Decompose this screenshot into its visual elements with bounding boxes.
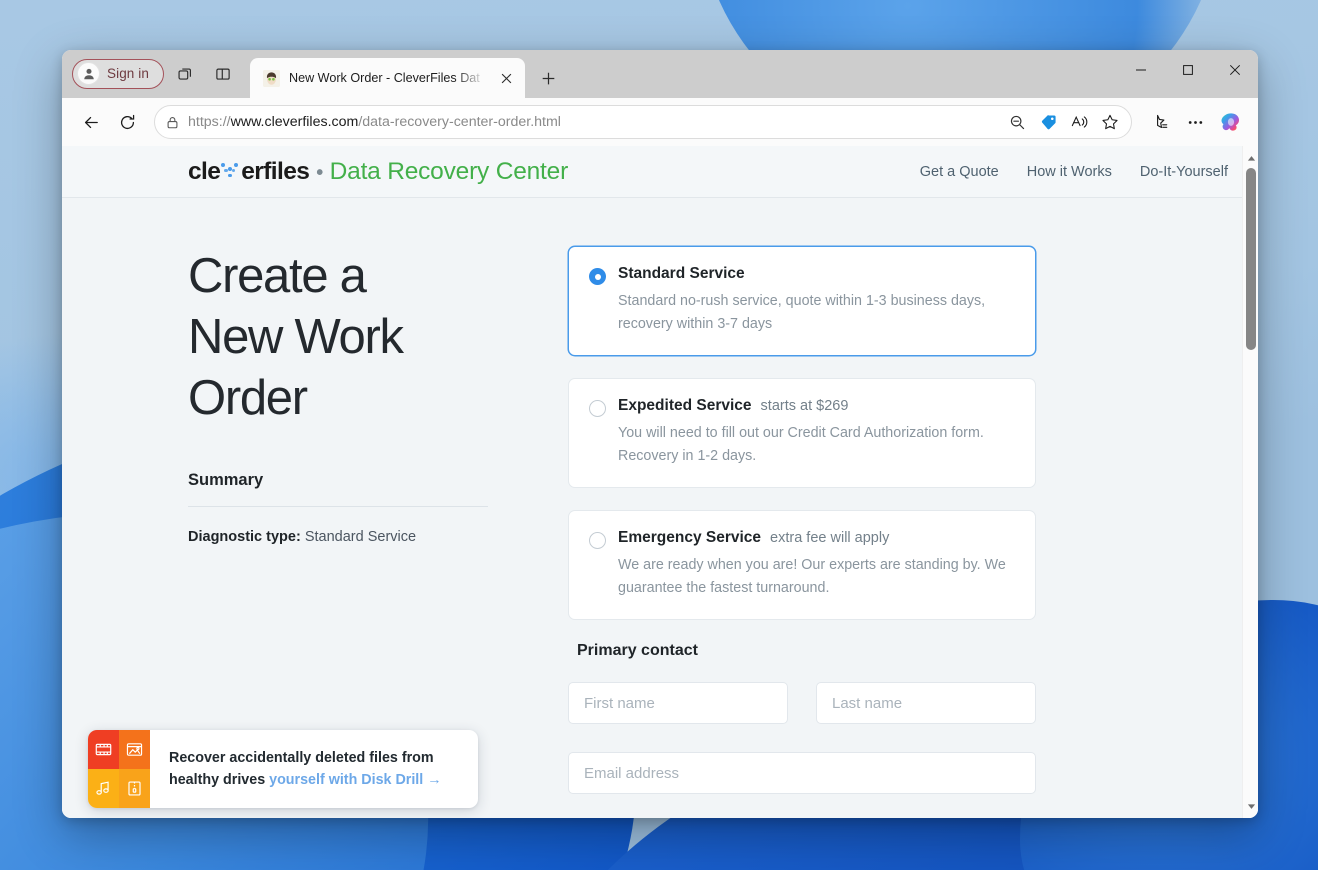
radio-emergency-service[interactable] — [589, 532, 606, 549]
back-icon[interactable] — [74, 105, 108, 139]
summary-label: Diagnostic type: — [188, 529, 301, 545]
tab-strip: Sign in New Work Order - CleverFiles Dat — [62, 50, 1258, 98]
service-desc-standard: Standard no-rush service, quote within 1… — [618, 293, 986, 332]
service-note-expedited: starts at $269 — [760, 398, 849, 414]
page-content: Create a New Work Order Summary Diagnost… — [62, 198, 1258, 818]
image-icon — [119, 730, 150, 769]
music-icon — [88, 769, 119, 808]
service-desc-emergency: We are ready when you are! Our experts a… — [618, 557, 1006, 596]
tab-actions-icon[interactable] — [206, 58, 240, 90]
page-title-line3: Order — [188, 371, 308, 425]
address-bar[interactable]: https://www.cleverfiles.com/data-recover… — [154, 105, 1132, 139]
read-aloud-icon[interactable] — [1064, 108, 1094, 136]
page-title-line2: New Work — [188, 310, 404, 364]
logo-subtitle: Data Recovery Center — [329, 157, 569, 185]
service-option-standard[interactable]: Standard Service Standard no-rush servic… — [568, 246, 1036, 356]
promo-text: Recover accidentally deleted files from … — [150, 730, 478, 808]
maximize-button[interactable] — [1164, 50, 1211, 90]
address-bar-url: https://www.cleverfiles.com/data-recover… — [188, 114, 561, 130]
site-header: cle erfiles • Data Recovery Center Get a… — [62, 146, 1258, 198]
service-note-emergency: extra fee will apply — [770, 530, 890, 546]
nav-item-how-it-works[interactable]: How it Works — [1027, 164, 1112, 180]
email-field-row: Email address — [568, 752, 1036, 794]
archive-icon — [119, 769, 150, 808]
browser-tab[interactable]: New Work Order - CleverFiles Dat — [249, 58, 525, 98]
service-option-expedited[interactable]: Expedited Service starts at $269 You wil… — [568, 378, 1036, 488]
radio-expedited-service[interactable] — [589, 400, 606, 417]
service-name-standard: Standard Service — [618, 265, 745, 282]
film-icon — [88, 730, 119, 769]
sign-in-button[interactable]: Sign in — [72, 58, 164, 89]
summary-row-diagnostic-type: Diagnostic type: Standard Service — [188, 529, 488, 545]
summary-heading: Summary — [188, 471, 264, 489]
disk-drill-promo-banner[interactable]: Recover accidentally deleted files from … — [88, 730, 478, 808]
email-input[interactable]: Email address — [568, 752, 1036, 794]
refresh-icon[interactable] — [110, 105, 144, 139]
primary-contact-heading: Primary contact — [577, 642, 698, 659]
shopping-tag-icon[interactable] — [1033, 108, 1063, 136]
first-name-input[interactable]: First name — [568, 682, 788, 724]
workspaces-icon[interactable] — [168, 58, 202, 90]
person-favicon — [262, 69, 280, 87]
window-controls — [1117, 50, 1258, 90]
page-viewport: cle erfiles • Data Recovery Center Get a… — [62, 146, 1258, 818]
close-button[interactable] — [1211, 50, 1258, 90]
copilot-icon[interactable] — [1214, 105, 1248, 139]
summary-divider — [188, 506, 488, 507]
summary-value: Standard Service — [304, 529, 417, 545]
page-title: Create a New Work Order — [188, 246, 488, 429]
scroll-up-arrow-icon[interactable] — [1243, 150, 1258, 166]
sign-in-label: Sign in — [107, 66, 149, 81]
service-name-expedited: Expedited Service — [618, 397, 752, 414]
nav-item-do-it-yourself[interactable]: Do-It-Yourself — [1140, 164, 1228, 180]
promo-icon-grid — [88, 730, 150, 808]
service-option-emergency[interactable]: Emergency Service extra fee will apply W… — [568, 510, 1036, 620]
site-nav: Get a Quote How it Works Do-It-Yourself — [920, 164, 1228, 180]
settings-more-icon[interactable] — [1178, 105, 1212, 139]
page-title-line1: Create a — [188, 249, 367, 303]
scroll-down-arrow-icon[interactable] — [1243, 798, 1258, 814]
lock-icon — [165, 115, 180, 130]
new-tab-button[interactable] — [533, 62, 565, 94]
favorite-star-icon[interactable] — [1095, 108, 1125, 136]
promo-link[interactable]: yourself with Disk Drill → — [269, 772, 441, 788]
service-desc-expedited: You will need to fill out our Credit Car… — [618, 425, 984, 464]
name-field-row: First name Last name — [568, 682, 1036, 724]
first-name-placeholder: First name — [584, 694, 655, 712]
last-name-input[interactable]: Last name — [816, 682, 1036, 724]
tab-close-icon[interactable] — [495, 66, 519, 90]
zoom-out-icon[interactable] — [1002, 108, 1032, 136]
scrollbar-thumb[interactable] — [1246, 168, 1256, 350]
email-placeholder: Email address — [584, 764, 680, 782]
minimize-button[interactable] — [1117, 50, 1164, 90]
service-name-emergency: Emergency Service — [618, 529, 762, 546]
logo-brand-post: erfiles — [241, 157, 310, 185]
browser-window: Sign in New Work Order - CleverFiles Dat… — [62, 50, 1258, 818]
logo-brand-pre: cle — [188, 157, 221, 185]
nav-item-get-a-quote[interactable]: Get a Quote — [920, 164, 999, 180]
last-name-placeholder: Last name — [832, 694, 903, 712]
logo-v-dots-icon — [221, 162, 240, 179]
browser-toolbar: https://www.cleverfiles.com/data-recover… — [62, 98, 1258, 146]
logo-separator: • — [316, 161, 323, 184]
tab-title: New Work Order - CleverFiles Dat — [288, 71, 480, 85]
site-logo[interactable]: cle erfiles • Data Recovery Center — [188, 158, 568, 186]
page-scrollbar[interactable] — [1242, 146, 1258, 818]
right-column: Standard Service Standard no-rush servic… — [568, 246, 1036, 818]
account-avatar-icon — [77, 62, 100, 85]
radio-standard-service[interactable] — [589, 268, 606, 285]
collections-icon[interactable] — [1142, 105, 1176, 139]
